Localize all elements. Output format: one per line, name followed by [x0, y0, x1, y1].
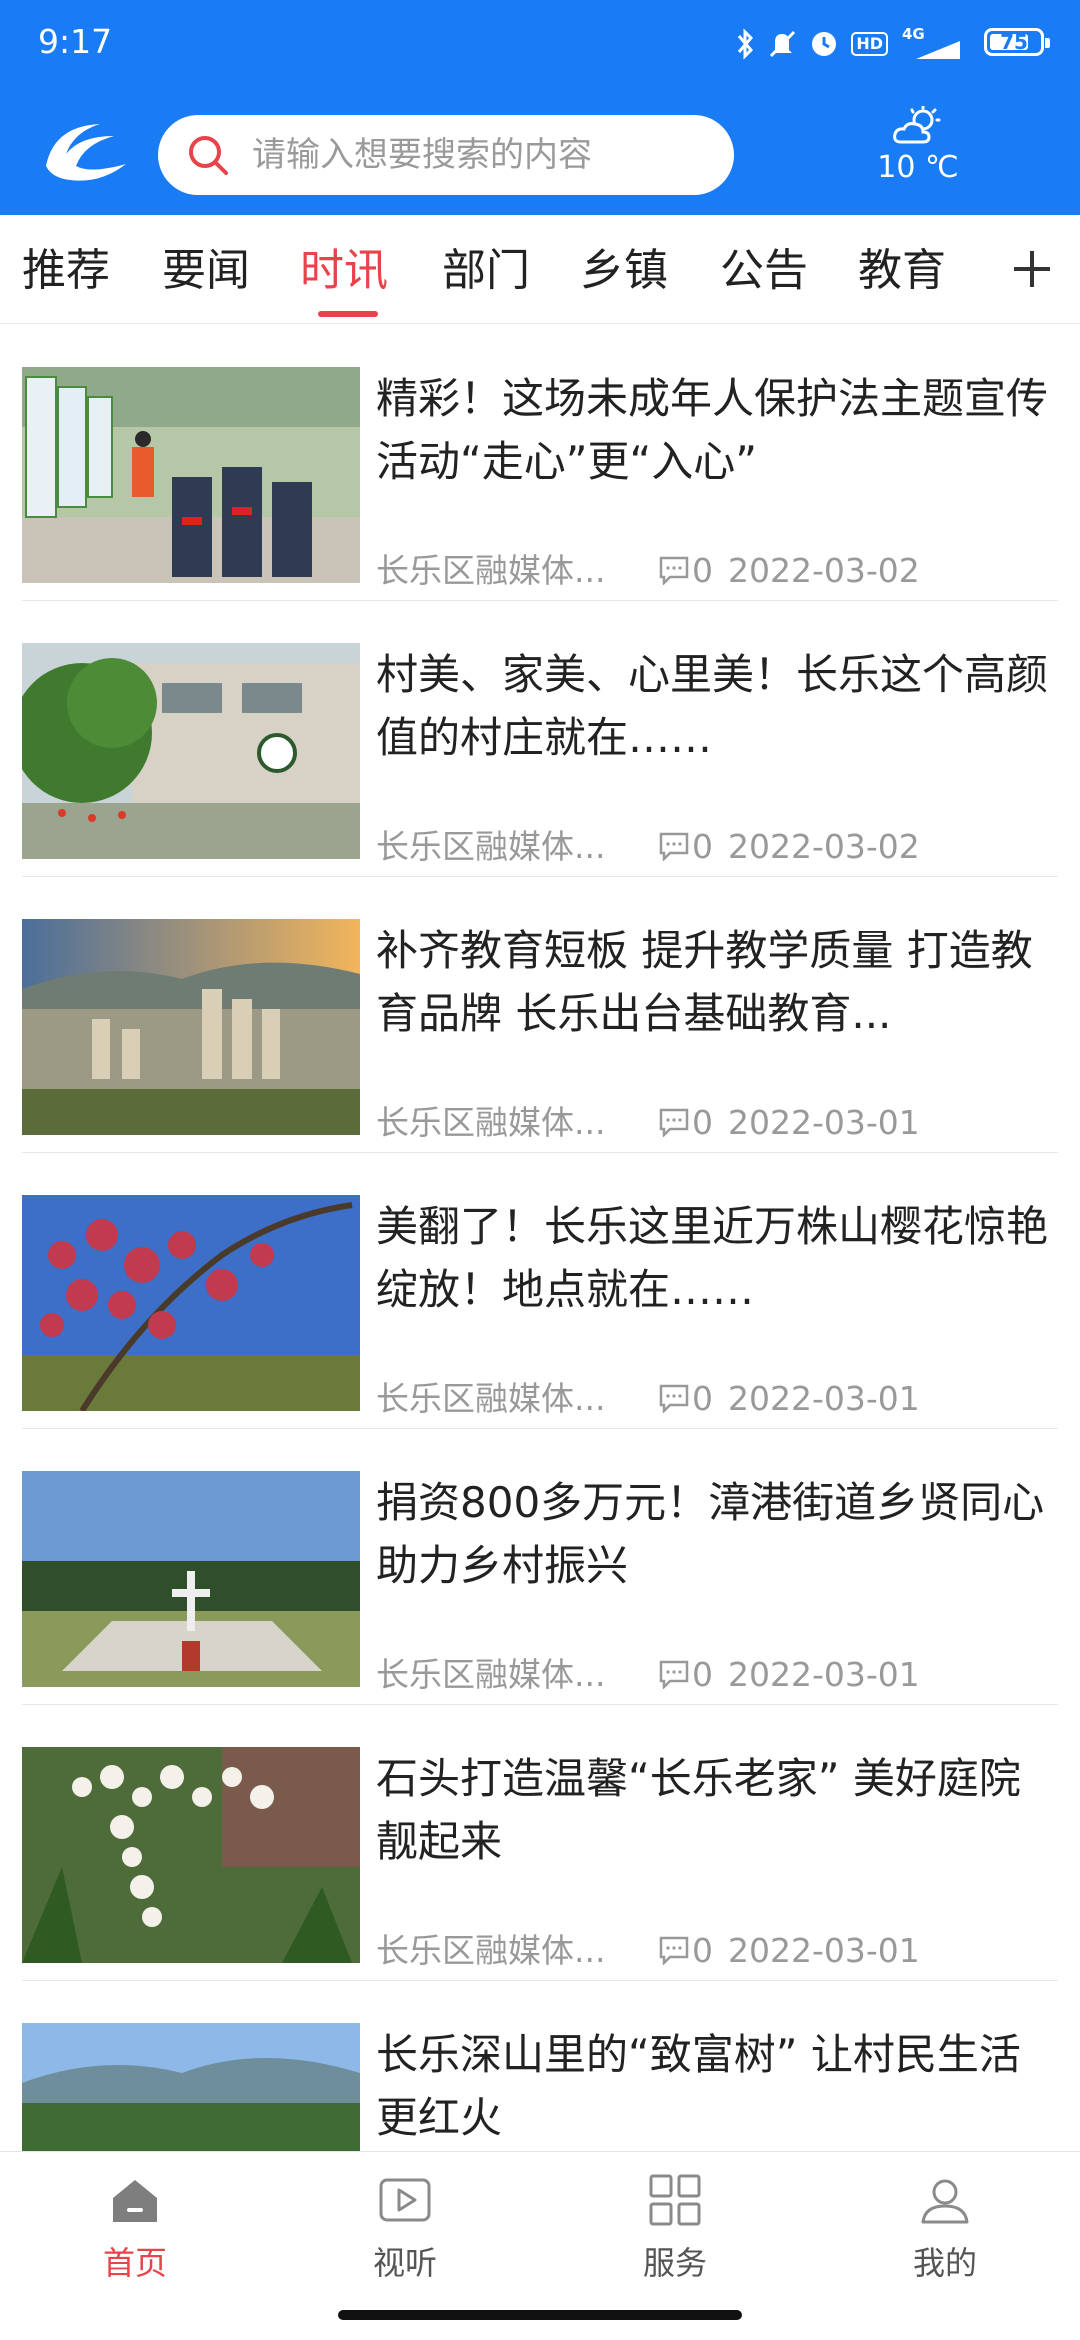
comment-icon — [659, 832, 689, 861]
active-tab-indicator — [318, 311, 378, 317]
app-logo-icon[interactable] — [40, 114, 130, 186]
search-placeholder: 请输入想要搜索的内容 — [252, 135, 592, 175]
mute-icon — [770, 30, 796, 58]
grid-icon — [649, 2174, 701, 2226]
article-source: 长乐区融媒体... — [376, 1379, 606, 1418]
article-title: 补齐教育短板 提升教学质量 打造教育品牌 长乐出台基础教育... — [376, 926, 1033, 1038]
hd-icon: HD — [851, 32, 888, 56]
article-source: 长乐区融媒体... — [376, 1931, 606, 1970]
article-title: 长乐深山里的“致富树” 让村民生活更红火 — [376, 2030, 1021, 2142]
article-date: 2022-03-02 — [728, 827, 920, 866]
category-tabs: 推荐 要闻 时讯 部门 乡镇 公告 教育 — [0, 215, 1080, 324]
comment-count: 0 — [692, 1379, 713, 1418]
nav-profile-label: 我的 — [912, 2244, 977, 2282]
nav-services[interactable]: 服务 — [585, 2172, 765, 2284]
tab-news-flash[interactable]: 时讯 — [300, 245, 388, 297]
play-icon — [379, 2178, 431, 2222]
partly-cloudy-icon — [893, 106, 941, 144]
weather-widget[interactable]: 10 ℃ — [868, 106, 968, 196]
status-bar: 9:17 HD 4G 75 — [0, 0, 1080, 80]
article-thumbnail — [22, 919, 360, 1135]
comment-count: 0 — [692, 1103, 713, 1142]
comment-count: 0 — [692, 827, 713, 866]
tab-education[interactable]: 教育 — [858, 245, 946, 297]
article-source: 长乐区融媒体... — [376, 827, 606, 866]
article-item[interactable]: 长乐深山里的“致富树” 让村民生活更红火 — [0, 1981, 1080, 2151]
article-item[interactable]: 捐资800多万元！漳港街道乡贤同心助力乡村振兴 长乐区融媒体... 0 2022… — [0, 1429, 1080, 1705]
comment-icon — [659, 556, 689, 585]
article-source: 长乐区融媒体... — [376, 551, 606, 590]
battery-level: 75 — [1000, 30, 1028, 54]
comment-icon — [659, 1660, 689, 1689]
article-source: 长乐区融媒体... — [376, 1103, 606, 1142]
status-icons: HD 4G — [735, 24, 964, 64]
nav-media-label: 视听 — [372, 2244, 437, 2282]
tab-notices[interactable]: 公告 — [720, 245, 808, 297]
home-icon — [113, 2180, 157, 2222]
tab-headlines[interactable]: 要闻 — [162, 245, 250, 297]
comment-icon — [659, 1384, 689, 1413]
tab-towns[interactable]: 乡镇 — [580, 245, 668, 297]
comment-icon — [659, 1936, 689, 1965]
status-time: 9:17 — [38, 22, 113, 61]
article-thumbnail — [22, 1471, 360, 1687]
app-root: { "status_bar": { "time": "9:17", "netwo… — [0, 0, 1080, 2340]
article-title: 精彩！这场未成年人保护法主题宣传活动“走心”更“入心” — [376, 374, 1049, 486]
home-indicator[interactable] — [338, 2310, 742, 2320]
nav-home[interactable]: 首页 — [45, 2172, 225, 2284]
comment-count: 0 — [692, 1655, 713, 1694]
user-icon — [921, 2179, 969, 2224]
article-item[interactable]: 补齐教育短板 提升教学质量 打造教育品牌 长乐出台基础教育... 长乐区融媒体.… — [0, 877, 1080, 1153]
article-date: 2022-03-01 — [728, 1103, 920, 1142]
article-date: 2022-03-01 — [728, 1379, 920, 1418]
article-title: 捐资800多万元！漳港街道乡贤同心助力乡村振兴 — [376, 1478, 1045, 1590]
article-title: 美翻了！长乐这里近万株山樱花惊艳绽放！地点就在…… — [376, 1202, 1049, 1314]
article-date: 2022-03-02 — [728, 551, 920, 590]
article-source: 长乐区融媒体... — [376, 1655, 606, 1694]
search-icon — [189, 136, 228, 175]
article-item[interactable]: 美翻了！长乐这里近万株山樱花惊艳绽放！地点就在…… 长乐区融媒体... 0 20… — [0, 1153, 1080, 1429]
nav-media[interactable]: 视听 — [315, 2172, 495, 2284]
tab-departments[interactable]: 部门 — [442, 245, 530, 297]
article-thumbnail — [22, 643, 360, 859]
article-thumbnail — [22, 2023, 360, 2151]
article-list: 精彩！这场未成年人保护法主题宣传活动“走心”更“入心” 长乐区融媒体... 0 … — [0, 325, 1080, 2151]
add-tab-icon[interactable] — [1008, 245, 1056, 293]
nav-services-label: 服务 — [642, 2244, 707, 2282]
article-item[interactable]: 村美、家美、心里美！长乐这个高颜值的村庄就在…… 长乐区融媒体... 0 202… — [0, 601, 1080, 877]
clock-icon — [812, 32, 837, 56]
bluetooth-icon — [738, 28, 754, 60]
comment-icon — [659, 1108, 689, 1137]
search-bar[interactable]: 请输入想要搜索的内容 — [158, 115, 734, 195]
tab-recommend[interactable]: 推荐 — [22, 245, 110, 297]
article-title: 石头打造温馨“长乐老家” 美好庭院靓起来 — [376, 1754, 1021, 1866]
nav-home-label: 首页 — [102, 2244, 167, 2282]
weather-temperature: 10 ℃ — [877, 150, 959, 185]
article-date: 2022-03-01 — [728, 1655, 920, 1694]
article-thumbnail — [22, 367, 360, 583]
battery-icon: 75 — [984, 28, 1050, 56]
comment-count: 0 — [692, 1931, 713, 1970]
article-item[interactable]: 精彩！这场未成年人保护法主题宣传活动“走心”更“入心” 长乐区融媒体... 0 … — [0, 325, 1080, 601]
app-header: 9:17 HD 4G 75 请输入想要搜索的内容 10 ℃ — [0, 0, 1080, 215]
article-title: 村美、家美、心里美！长乐这个高颜值的村庄就在…… — [376, 650, 1049, 762]
article-item[interactable]: 石头打造温馨“长乐老家” 美好庭院靓起来 长乐区融媒体... 0 2022-03… — [0, 1705, 1080, 1981]
comment-count: 0 — [692, 551, 713, 590]
nav-profile[interactable]: 我的 — [855, 2172, 1035, 2284]
article-thumbnail — [22, 1747, 360, 1963]
signal-icon: 4G — [900, 25, 964, 61]
article-thumbnail — [22, 1195, 360, 1411]
article-date: 2022-03-01 — [728, 1931, 920, 1970]
